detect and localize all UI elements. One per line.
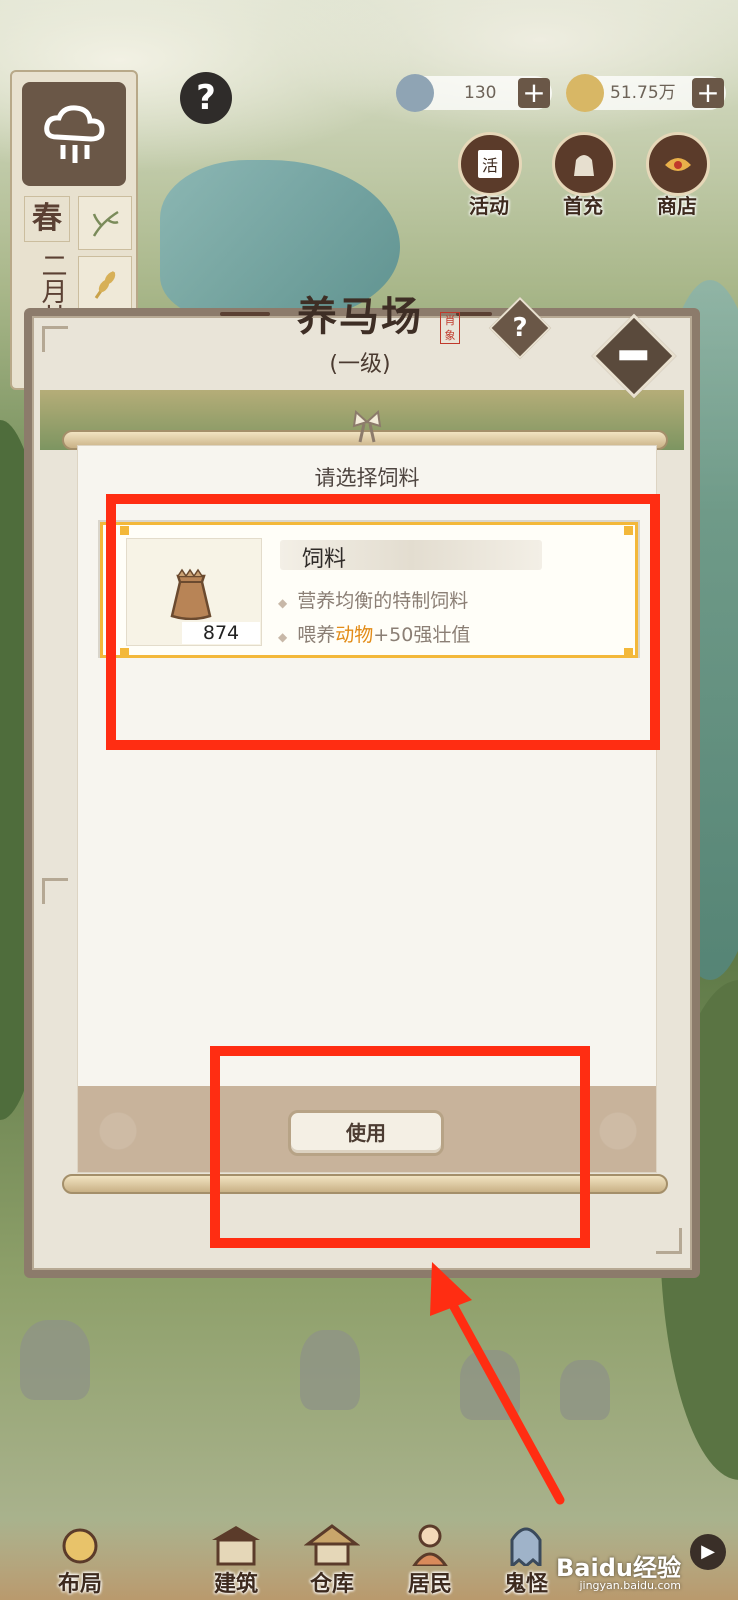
layout-icon <box>52 1522 108 1566</box>
nav-layout[interactable]: 布局 <box>40 1522 120 1598</box>
residents-icon <box>402 1522 458 1568</box>
nav-layout-label: 布局 <box>57 1572 102 1597</box>
nav-more-arrow-icon[interactable]: ▶ <box>690 1534 726 1570</box>
pointer-arrow-icon <box>430 1262 565 1505</box>
nav-ghosts[interactable]: 鬼怪 <box>486 1522 566 1598</box>
nav-residents[interactable]: 居民 <box>390 1522 470 1598</box>
building-icon <box>208 1522 264 1566</box>
nav-ghosts-label: 鬼怪 <box>503 1572 548 1597</box>
nav-residents-label: 居民 <box>407 1572 452 1597</box>
nav-warehouse[interactable]: 仓库 <box>292 1522 372 1598</box>
nav-building-label: 建筑 <box>213 1572 258 1597</box>
nav-warehouse-label: 仓库 <box>309 1572 354 1597</box>
ghost-icon <box>498 1522 554 1570</box>
warehouse-icon <box>303 1522 361 1566</box>
nav-building[interactable]: 建筑 <box>196 1522 276 1598</box>
baidu-watermark: Baidu经验 jingyan.baidu.com <box>556 1554 681 1592</box>
